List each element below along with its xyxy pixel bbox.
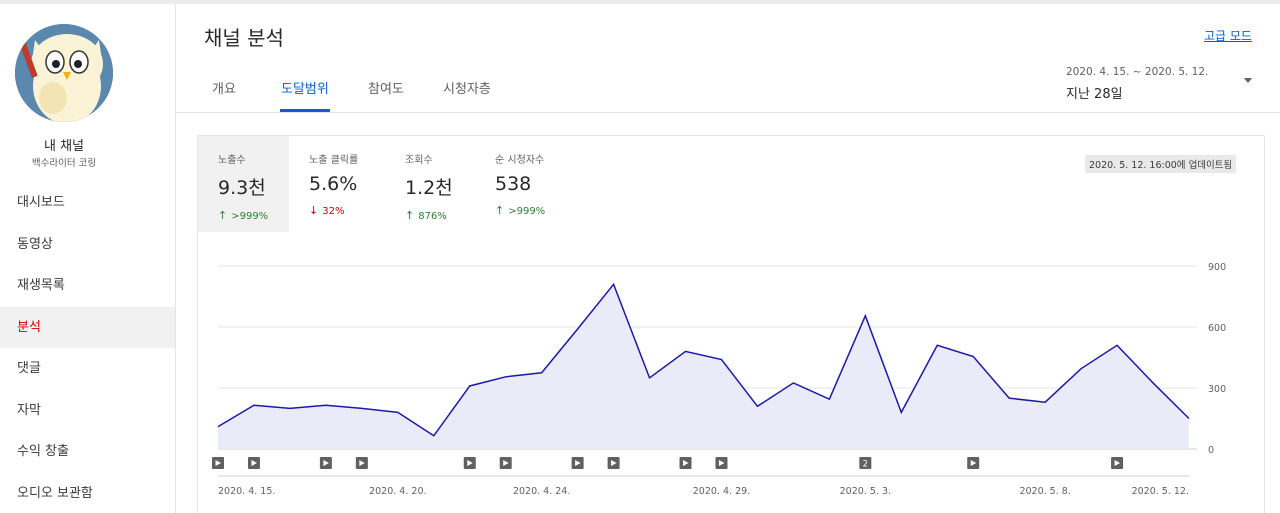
video-marker-play-icon[interactable] [607,457,620,469]
video-count-marker[interactable]: 2 [859,457,872,470]
y-tick-label: 600 [1208,323,1226,334]
video-marker-play-icon[interactable] [1111,457,1124,469]
x-tick-label: 2020. 5. 8. [1019,486,1070,497]
video-marker-play-icon[interactable] [571,457,584,469]
video-marker-play-icon[interactable] [247,457,260,469]
video-marker-play-icon[interactable] [463,457,476,469]
series-area [218,284,1189,449]
x-tick-label: 2020. 4. 24. [513,486,570,497]
marker-count: 2 [863,460,868,470]
x-tick-label: 2020. 5. 3. [840,486,891,497]
video-marker-play-icon[interactable] [679,457,692,469]
y-tick-label: 300 [1208,384,1226,395]
video-marker-play-icon[interactable] [355,457,368,469]
y-tick-label: 900 [1208,262,1226,273]
video-marker-play-icon[interactable] [499,457,512,469]
x-tick-label: 2020. 4. 20. [369,486,426,497]
video-marker-play-icon[interactable] [967,457,980,469]
x-tick-label: 2020. 4. 15. [218,486,275,497]
video-marker-play-icon[interactable] [319,457,332,469]
x-tick-label: 2020. 4. 29. [693,486,750,497]
video-marker-play-icon[interactable] [715,457,728,469]
reach-chart: 900 600 300 0 2 2020. 4. 15. 2020. 4. 20. 2020.… [212,262,1226,497]
x-tick-label: 2020. 5. 12. [1132,486,1189,497]
video-marker-play-icon[interactable] [212,457,224,469]
y-tick-label: 0 [1208,445,1214,456]
